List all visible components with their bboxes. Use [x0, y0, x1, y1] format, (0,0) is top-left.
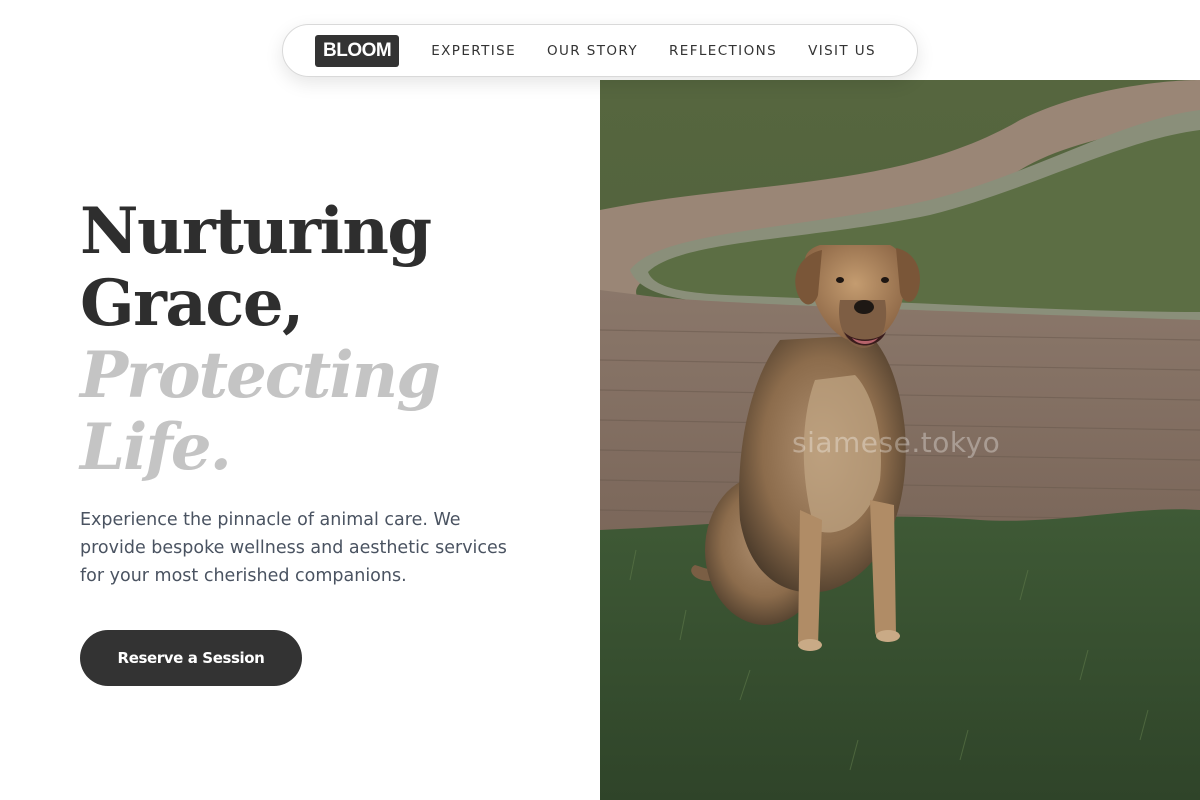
top-navigation: BLOOM EXPERTISE OUR STORY REFLECTIONS VI…: [282, 24, 918, 77]
hero-subtitle: Experience the pinnacle of animal care. …: [80, 510, 507, 586]
hero-photo: siamese.tokyo: [600, 80, 1200, 800]
nav-link-expertise[interactable]: EXPERTISE: [431, 43, 516, 59]
nav-link-reflections[interactable]: REFLECTIONS: [669, 43, 777, 59]
reserve-session-button[interactable]: Reserve a Session: [80, 630, 302, 686]
photo-watermark: siamese.tokyo: [792, 426, 1001, 459]
nav-link-our-story[interactable]: OUR STORY: [547, 43, 638, 59]
headline-line-1: Nurturing: [80, 194, 432, 269]
brand-logo[interactable]: BLOOM: [315, 34, 400, 67]
headline-italic-line-1: Protecting: [80, 338, 441, 413]
headline-line-2: Grace,: [80, 266, 304, 341]
nav-link-visit-us[interactable]: VISIT US: [808, 43, 876, 59]
page: BLOOM EXPERTISE OUR STORY REFLECTIONS VI…: [0, 0, 1200, 800]
hero-headline: Nurturing Grace, Protecting Life.: [80, 196, 580, 484]
headline-italic-line-2: Life.: [80, 410, 232, 485]
